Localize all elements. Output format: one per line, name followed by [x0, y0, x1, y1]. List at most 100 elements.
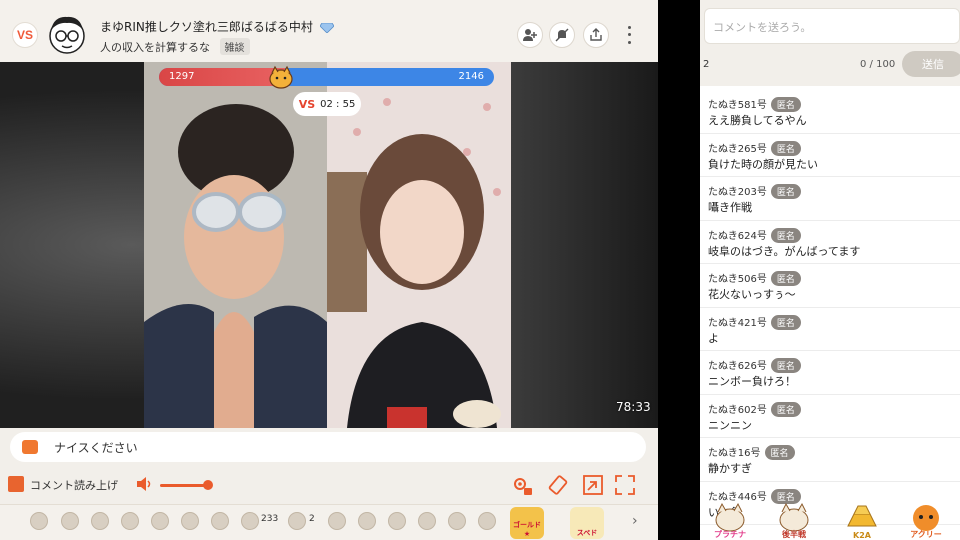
gift-item[interactable] [418, 512, 436, 530]
comment-author[interactable]: たぬき626号 匿名 [708, 357, 801, 373]
gold-gift-badge[interactable]: ゴールド★ [510, 507, 544, 539]
gift-item[interactable] [91, 512, 109, 530]
anonymous-badge: 匿名 [770, 184, 801, 199]
timer-vs-label: VS [298, 97, 316, 111]
comment-author[interactable]: たぬき203号 匿名 [708, 183, 801, 199]
gift-item[interactable] [61, 512, 79, 530]
comment-author[interactable]: たぬき581号 匿名 [708, 96, 801, 112]
comment-author-name[interactable]: たぬき624号 [708, 231, 767, 242]
gold-bar-badge-label: K2A [853, 531, 871, 540]
comment-item: たぬき506号 匿名 花火ないっすぅ～ [700, 264, 960, 308]
sidebar-comment-input[interactable]: コメントを送ろう。 [704, 8, 960, 44]
comment-text: 静かすぎ [708, 462, 752, 475]
gift-item[interactable] [121, 512, 139, 530]
read-aloud-label[interactable]: コメント読み上げ [30, 477, 118, 493]
anonymous-badge: 匿名 [770, 314, 801, 330]
comment-author-name[interactable]: たぬき506号 [708, 274, 767, 285]
comment-item: たぬき203号 匿名 囁き作戦 [700, 177, 960, 221]
speaker-icon[interactable] [136, 476, 154, 492]
speed-gift-badge[interactable]: スペド [570, 507, 604, 539]
battle-score-bar: 1297 2146 [159, 68, 494, 86]
stream-panel: VS まゆRIN推しクソ塗れ三郎ばるばる中村 人の収入を計算するな 雑談 129… [0, 0, 658, 540]
sidebar-comment-placeholder: コメントを送ろう。 [713, 21, 812, 34]
rotate-screen-icon[interactable] [547, 474, 569, 496]
comment-item: たぬき265号 匿名 負けた時の顔が見たい [700, 134, 960, 177]
stream-title-text: まゆRIN推しクソ塗れ三郎ばるばる中村 [100, 20, 313, 34]
comment-placeholder: ナイスください [54, 441, 138, 455]
comment-author[interactable]: たぬき602号 匿名 [708, 401, 801, 417]
gift-item[interactable] [358, 512, 376, 530]
gift-item[interactable] [151, 512, 169, 530]
category-tag[interactable]: 雑談 [219, 38, 250, 55]
comment-author[interactable]: たぬき506号 匿名 [708, 270, 801, 286]
cat-orange-icon [913, 505, 939, 531]
volume-knob[interactable] [203, 480, 213, 490]
comment-author-name[interactable]: たぬき626号 [708, 361, 767, 372]
volume-slider[interactable] [160, 484, 205, 487]
more-menu-icon[interactable] [622, 24, 636, 46]
app-root: VS まゆRIN推しクソ塗れ三郎ばるばる中村 人の収入を計算するな 雑談 129… [0, 0, 960, 540]
comment-panel: コメントを送ろう。 2 0 / 100 送信 たぬき581号 匿名 ええ勝負してるや… [700, 0, 960, 540]
follow-button[interactable] [517, 22, 543, 48]
anonymous-badge: 匿名 [770, 271, 801, 286]
gift-item[interactable] [288, 512, 306, 530]
comment-item: たぬき624号 匿名 岐阜のはづき。がんばってます [700, 221, 960, 264]
opponent-camera [327, 62, 511, 428]
comment-author-name[interactable]: たぬき421号 [708, 318, 767, 329]
timer-value: 02 : 55 [320, 98, 356, 110]
platinum-badge[interactable]: プラチナ [708, 502, 752, 540]
comment-author[interactable]: たぬき624号 匿名 [708, 227, 801, 243]
comment-input[interactable]: ナイスください [10, 432, 646, 462]
mascot-icon [779, 502, 809, 532]
comment-text: ニンニン [708, 418, 752, 432]
second-half-badge[interactable]: 後半戦 [772, 502, 816, 540]
chevron-right-icon[interactable]: › [632, 513, 638, 529]
stream-subtitle-text: 人の収入を計算するな [100, 41, 210, 54]
picture-in-picture-icon[interactable] [582, 474, 604, 496]
gift-item[interactable] [211, 512, 229, 530]
read-aloud-icon[interactable] [8, 476, 24, 492]
gift-item[interactable] [478, 512, 496, 530]
platinum-badge-label: プラチナ [714, 530, 746, 539]
player-controls: コメント読み上げ [0, 466, 658, 504]
gift-bar: 233 2 ゴールド★ スペド › [0, 504, 658, 540]
gift-item[interactable] [388, 512, 406, 530]
gold-bar-badge[interactable]: K2A [840, 502, 884, 540]
gift-item[interactable] [30, 512, 48, 530]
anonymous-badge: 匿名 [770, 401, 801, 417]
video-player[interactable]: 1297 2146 VS 02 : 55 78:33 [0, 62, 658, 428]
gift-item[interactable] [328, 512, 346, 530]
gift-item[interactable] [181, 512, 199, 530]
broadcaster-avatar[interactable] [46, 12, 88, 56]
vs-logo[interactable]: VS [12, 22, 38, 48]
gift-item[interactable] [241, 512, 259, 530]
gift-count: 233 [261, 514, 279, 524]
acrylic-badge[interactable]: アクリー [904, 502, 948, 540]
stream-header: VS まゆRIN推しクソ塗れ三郎ばるばる中村 人の収入を計算するな 雑談 [0, 0, 658, 62]
gift-item[interactable] [448, 512, 466, 530]
comment-author-name[interactable]: たぬき16号 [708, 448, 761, 459]
comment-author[interactable]: たぬき265号 匿名 [708, 140, 801, 156]
send-button[interactable]: 送信 [902, 51, 960, 77]
comment-list: たぬき581号 匿名 ええ勝負してるやん たぬき265号 匿名 負けた時の顔が見たい たぬき… [700, 90, 960, 525]
share-button[interactable] [583, 22, 609, 48]
comment-text: よ [708, 331, 719, 345]
fullscreen-icon[interactable] [614, 474, 636, 496]
settings-icon[interactable] [511, 474, 533, 496]
comment-item: たぬき581号 匿名 ええ勝負してるやん [700, 90, 960, 134]
comment-author-name[interactable]: たぬき581号 [708, 100, 767, 111]
comment-author-name[interactable]: たぬき203号 [708, 187, 767, 198]
comment-author-name[interactable]: たぬき602号 [708, 405, 767, 416]
anonymous-badge: 匿名 [770, 97, 801, 112]
char-count: 0 / 100 [860, 59, 896, 70]
comment-item: たぬき16号 匿名 静かすぎ [700, 438, 960, 482]
battle-timer: VS 02 : 55 [293, 92, 361, 116]
anonymous-badge: 匿名 [764, 445, 795, 460]
mute-notification-button[interactable] [549, 22, 575, 48]
comment-author-name[interactable]: たぬき265号 [708, 144, 767, 155]
second-half-badge-label: 後半戦 [782, 530, 806, 539]
comment-text: 囁き作戦 [708, 201, 752, 214]
comment-author[interactable]: たぬき421号 匿名 [708, 314, 801, 330]
comment-author[interactable]: たぬき16号 匿名 [708, 444, 795, 460]
bell-off-icon [555, 28, 569, 42]
